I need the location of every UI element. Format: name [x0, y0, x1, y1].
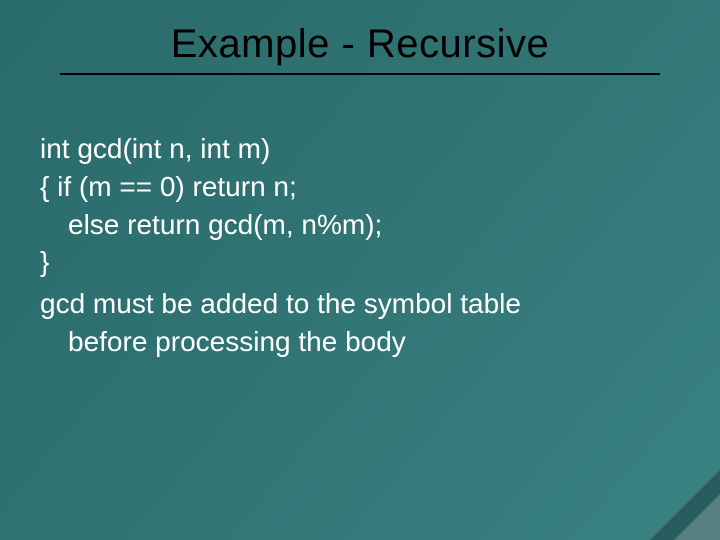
corner-fold-icon — [674, 494, 720, 540]
code-line-1: int gcd(int n, int m) — [40, 130, 680, 168]
slide-body: int gcd(int n, int m) { if (m == 0) retu… — [40, 130, 680, 361]
note-line-1: gcd must be added to the symbol table — [40, 285, 680, 323]
code-line-4: } — [40, 243, 680, 281]
code-line-3: else return gcd(m, n%m); — [40, 206, 680, 244]
note-remainder: processing the body — [147, 326, 405, 357]
slide-title: Example - Recursive — [0, 22, 720, 75]
code-line-2: { if (m == 0) return n; — [40, 168, 680, 206]
note-emphasis: before — [68, 326, 147, 357]
note-line-2: before processing the body — [40, 323, 680, 361]
slide: Example - Recursive int gcd(int n, int m… — [0, 0, 720, 540]
